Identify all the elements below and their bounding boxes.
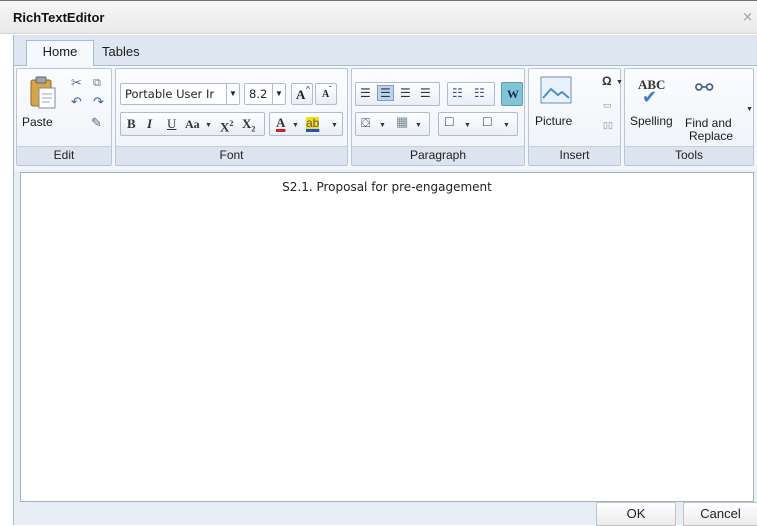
superscript-button[interactable]: X2 — [220, 118, 233, 133]
checkmark-icon: ✔ — [642, 87, 658, 107]
wrap-button[interactable]: W — [501, 82, 523, 106]
format-painter-icon[interactable]: ✎ — [91, 116, 102, 129]
bookmark-icon[interactable]: ▯▯ — [603, 119, 613, 131]
document-editor[interactable]: S2.1. Proposal for pre-engagement — [20, 172, 754, 502]
caret-up-icon: ^ — [306, 85, 310, 94]
chevron-down-icon: ▼ — [226, 84, 239, 104]
grow-font-icon: A — [296, 87, 306, 102]
bullet-list-icon[interactable]: ☷ — [452, 87, 463, 99]
chevron-down-icon: ▼ — [379, 122, 386, 129]
highlight-icon[interactable]: ab — [306, 117, 320, 129]
font-group: Portable User Ir ▼ 8.2 ▼ A ^ A ˇ B I U A… — [115, 68, 348, 166]
picture-icon — [540, 76, 572, 104]
insert-group-caption: Insert — [529, 146, 620, 165]
ok-button[interactable]: OK — [596, 502, 676, 526]
edit-group: Paste ✂ ⧉ ↶ ↷ ✎ Edit — [16, 68, 112, 166]
hyperlink-icon[interactable]: ▭ — [603, 99, 612, 111]
tools-group: ABC ✔ Spelling ⚯ Find and Replace ▼ Tool… — [624, 68, 754, 166]
chevron-down-icon: ▼ — [205, 122, 212, 129]
superscript-label: X — [220, 119, 230, 135]
justify-icon[interactable]: ☰ — [420, 87, 431, 99]
font-size-select[interactable]: 8.2 ▼ — [244, 83, 286, 105]
paste-button[interactable]: Paste — [21, 73, 61, 129]
shrink-font-button[interactable]: A ˇ — [315, 83, 337, 105]
align-center-icon[interactable]: ☰ — [377, 85, 394, 101]
insert-group: Picture Ω ▼ ▭ ▯▯ Insert — [528, 68, 623, 166]
tab-tables[interactable]: Tables — [102, 41, 140, 65]
bold-button[interactable]: B — [127, 117, 136, 130]
outline-icon[interactable]: □ — [483, 114, 491, 128]
symbol-icon[interactable]: Ω — [602, 75, 612, 87]
subscript-button[interactable]: X2 — [242, 116, 255, 136]
undo-icon[interactable]: ↶ — [71, 95, 82, 108]
find-replace-label-line2: Replace — [689, 129, 734, 143]
paragraph-group: ☰ ☰ ☰ ☰ ☷ ☷ W ⛋ ▼ ▦ ▼ □ ▼ □ ▼ Paragraph — [351, 68, 525, 166]
italic-button[interactable]: I — [147, 117, 152, 130]
copy-icon[interactable]: ⧉ — [93, 77, 101, 89]
font-size-value: 8.2 — [249, 87, 268, 101]
ribbon: Paste ✂ ⧉ ↶ ↷ ✎ Edit Portable User Ir ▼ … — [14, 66, 757, 170]
paint-bucket-icon[interactable]: ⛋ — [361, 117, 370, 129]
spelling-label: Spelling — [630, 114, 673, 128]
paragraph-group-caption: Paragraph — [352, 146, 524, 165]
find-replace-button[interactable]: ⚯ Find and Replace — [683, 73, 745, 145]
chevron-down-icon[interactable]: ▼ — [746, 104, 753, 116]
chevron-down-icon: ▼ — [415, 122, 422, 129]
window-title: RichTextEditor — [13, 10, 105, 25]
change-case-button[interactable]: Aa — [185, 118, 200, 130]
font-family-select[interactable]: Portable User Ir ▼ — [120, 83, 240, 105]
underline-button[interactable]: U — [167, 117, 176, 130]
close-icon[interactable]: ⨯ — [742, 9, 753, 25]
chevron-down-icon: ▼ — [503, 122, 510, 129]
wrap-icon: W — [507, 87, 519, 101]
chevron-down-icon: ▼ — [272, 84, 285, 104]
chevron-down-icon: ▼ — [292, 122, 299, 129]
chevron-down-icon: ▼ — [464, 122, 471, 129]
edit-group-caption: Edit — [17, 146, 111, 165]
chevron-down-icon: ▼ — [331, 122, 338, 129]
align-left-icon[interactable]: ☰ — [360, 87, 371, 99]
subscript-label: X — [242, 116, 252, 131]
binoculars-icon: ⚯ — [695, 75, 714, 100]
picture-label: Picture — [535, 114, 573, 128]
tools-group-caption: Tools — [625, 146, 753, 165]
numbered-list-icon[interactable]: ☷ — [474, 87, 485, 99]
font-family-value: Portable User Ir — [125, 87, 215, 101]
align-right-icon[interactable]: ☰ — [400, 87, 411, 99]
editor-frame: Home Tables Paste ✂ ⧉ ↶ ↷ ✎ Edit Portabl… — [13, 35, 757, 526]
font-color-icon: A — [276, 115, 286, 130]
title-bar: RichTextEditor ⨯ — [0, 1, 757, 34]
grow-font-button[interactable]: A ^ — [291, 83, 313, 105]
chevron-down-icon: ▼ — [616, 79, 623, 86]
tab-home[interactable]: Home — [26, 40, 94, 67]
font-group-caption: Font — [116, 146, 347, 165]
ribbon-tabs: Home Tables — [14, 35, 757, 67]
paste-label: Paste — [22, 115, 53, 129]
redo-icon[interactable]: ↷ — [93, 95, 104, 108]
cut-icon[interactable]: ✂ — [71, 76, 82, 89]
grid-icon[interactable]: ▦ — [396, 115, 408, 128]
paste-icon — [30, 76, 56, 109]
caret-down-icon: ˇ — [329, 85, 332, 94]
border-icon[interactable]: □ — [445, 114, 453, 128]
picture-button[interactable]: Picture — [533, 73, 579, 133]
cancel-button[interactable]: Cancel — [683, 502, 757, 526]
document-text[interactable]: S2.1. Proposal for pre-engagement — [21, 180, 753, 194]
spelling-button[interactable]: ABC ✔ Spelling — [628, 73, 680, 133]
